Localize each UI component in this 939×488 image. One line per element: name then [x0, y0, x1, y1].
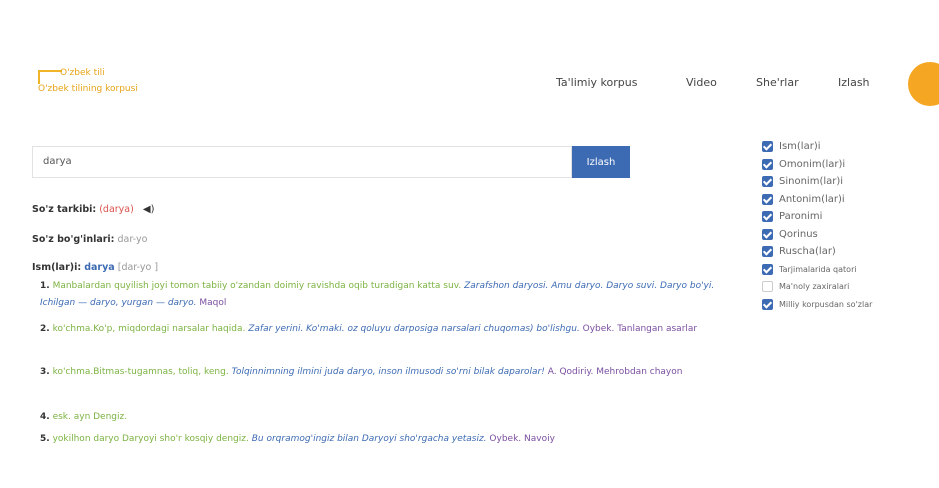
filter-checkbox[interactable]: Ism(lar)i	[762, 138, 939, 156]
definition-item: 1. Manbalardan quyilish joyi tomon tabii…	[40, 281, 715, 308]
definition-item: 3. ko'chma.Bitmas-tugamnas, toliq, keng.…	[40, 367, 683, 377]
filter-checkbox[interactable]: Ruscha(lar)	[762, 243, 939, 261]
checkbox-icon[interactable]	[762, 158, 773, 170]
word-row: So'z tarkibi: (darya) ◀)	[32, 204, 154, 215]
pos-syllable: [dar-yo ]	[117, 262, 159, 273]
checkbox-icon[interactable]	[762, 211, 773, 223]
checkbox-icon[interactable]	[762, 193, 773, 205]
checkbox-icon[interactable]	[762, 141, 773, 153]
site-logo[interactable]: O'zbek tili O'zbek tilining korpusi	[38, 64, 168, 104]
definition-item: 2. ko'chma.Ko'p, miqdordagi narsalar haq…	[40, 324, 698, 334]
filter-checkbox[interactable]: Tarjimalarida qatori	[762, 261, 939, 279]
definition-item: 4. esk. ayn Dengiz.	[40, 412, 128, 422]
pos-row: Ism(lar)i: darya [dar-yo ]	[32, 262, 158, 273]
logo-frame-icon	[38, 70, 62, 84]
speaker-icon[interactable]: ◀)	[143, 204, 155, 215]
checkbox-icon[interactable]	[762, 281, 773, 293]
filter-checkbox[interactable]: Sinonim(lar)i	[762, 173, 939, 191]
checkbox-icon[interactable]	[762, 228, 773, 240]
checkbox-icon[interactable]	[762, 176, 773, 188]
pos-label: Ism(lar)i:	[32, 262, 82, 273]
filter-checkbox[interactable]: Paronimi	[762, 208, 939, 226]
nav-item-sherlar[interactable]: She'rlar	[756, 76, 799, 89]
logo-line2: O'zbek tilining korpusi	[38, 84, 138, 94]
syllable-label: So'z bo'g'inlari:	[32, 234, 115, 245]
checkbox-icon[interactable]	[762, 246, 773, 258]
logo-line1: O'zbek tili	[60, 68, 105, 78]
filter-sidebar: Ism(lar)i Omonim(lar)i Sinonim(lar)i Ant…	[762, 138, 939, 313]
user-menu-button[interactable]	[908, 62, 939, 106]
filter-checkbox[interactable]: Qorinus	[762, 226, 939, 244]
nav-item-izlash[interactable]: Izlash	[838, 76, 870, 89]
filter-checkbox[interactable]: Milliy korpusdan so'zlar	[762, 296, 939, 314]
top-banner	[18, 0, 458, 8]
checkbox-icon[interactable]	[762, 298, 773, 310]
checkbox-icon[interactable]	[762, 263, 773, 275]
definition-item: 5. yokilhon daryo Daryoyi sho'r kosqiy d…	[40, 434, 555, 444]
syllable-row: So'z bo'g'inlari: dar-yo	[32, 234, 147, 245]
filter-checkbox[interactable]: Ma'noly zaxiralari	[762, 278, 939, 296]
syllable-value: dar-yo	[117, 234, 148, 245]
word-value: (darya)	[99, 204, 134, 215]
search-input[interactable]: darya	[32, 146, 572, 178]
nav-item-video[interactable]: Video	[686, 76, 717, 89]
nav-item-talimiy-korpus[interactable]: Ta'limiy korpus	[556, 76, 637, 89]
search-button[interactable]: Izlash	[572, 146, 630, 178]
filter-checkbox[interactable]: Antonim(lar)i	[762, 191, 939, 209]
filter-checkbox[interactable]: Omonim(lar)i	[762, 156, 939, 174]
word-label: So'z tarkibi:	[32, 204, 97, 215]
pos-word: darya	[84, 262, 115, 273]
